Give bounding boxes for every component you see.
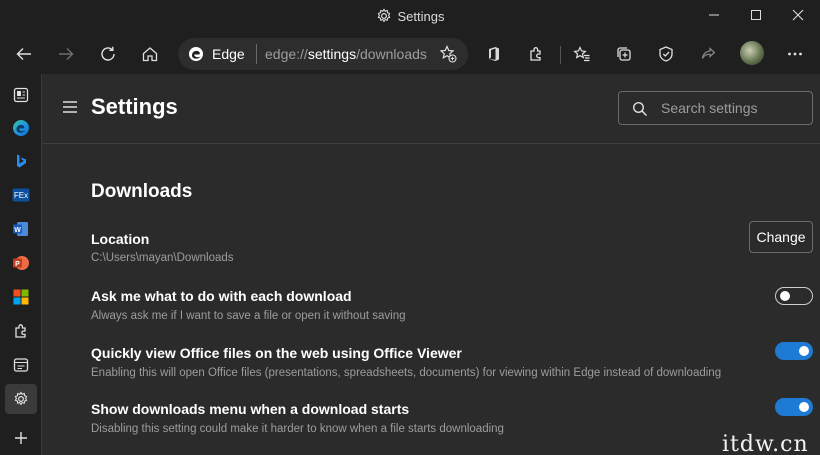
title-bar: Settings (0, 0, 820, 34)
search-icon (632, 101, 648, 117)
url-suffix: /downloads (356, 46, 427, 62)
collections-button[interactable] (608, 38, 640, 70)
add-icon (15, 432, 27, 444)
word-icon: W (13, 222, 28, 236)
settings-icon (14, 391, 28, 406)
browser-essentials-icon (659, 46, 673, 62)
profile-avatar[interactable] (740, 41, 764, 65)
collections-icon (13, 87, 29, 103)
setting-label: Ask me what to do with each download (91, 288, 352, 304)
section-title: Downloads (91, 181, 193, 202)
favorites-button[interactable] (566, 38, 598, 70)
favorites-icon (573, 46, 590, 62)
sidebar-item-edge[interactable] (5, 113, 37, 143)
minimize-button[interactable] (692, 0, 736, 30)
sidebar-item-collections[interactable] (5, 80, 37, 110)
location-label: Location (91, 231, 150, 247)
share-button[interactable] (692, 38, 724, 70)
search-input[interactable] (661, 98, 806, 118)
edge-logo-icon (13, 120, 29, 136)
forward-button[interactable] (50, 38, 82, 70)
more-button[interactable] (779, 38, 811, 70)
setting-description: Always ask me if I want to save a file o… (91, 310, 406, 322)
close-icon (792, 9, 804, 21)
office-button[interactable] (478, 38, 510, 70)
address-brand: Edge (212, 46, 245, 62)
toggle-knob (780, 291, 790, 301)
refresh-button[interactable] (92, 38, 124, 70)
sidebar-item-extensions[interactable] (5, 316, 37, 346)
sidebar-item-add[interactable] (5, 423, 37, 453)
page-title: Settings (91, 94, 178, 119)
sidebar-item-word[interactable]: W (5, 214, 37, 244)
toggle-knob (799, 402, 809, 412)
extensions-icon (15, 324, 26, 338)
location-path: C:\Users\mayan\Downloads (91, 252, 234, 264)
url-prefix: edge:// (265, 46, 308, 62)
ask-download-toggle[interactable] (775, 287, 813, 305)
url-main: settings (307, 46, 357, 62)
share-icon (701, 47, 716, 59)
fex-icon: FEx (12, 188, 30, 202)
office-icon (489, 47, 499, 61)
extensions-button[interactable] (520, 38, 552, 70)
menu-icon[interactable] (62, 100, 78, 114)
search-box[interactable] (618, 91, 813, 125)
close-button[interactable] (776, 0, 820, 30)
maximize-icon (751, 10, 761, 20)
sidebar: FEx W P (0, 74, 42, 455)
edge-logo-icon (189, 47, 203, 61)
setting-description: Enabling this will open Office files (pr… (91, 367, 722, 379)
browser-essentials-button[interactable] (650, 38, 682, 70)
sidebar-item-powerpoint[interactable]: P (5, 248, 37, 278)
address-bar[interactable]: Edge edge://settings/downloads (178, 38, 468, 70)
microsoft-logo-icon (13, 289, 29, 305)
browser-toolbar: Edge edge://settings/downloads (0, 34, 820, 74)
setting-label: Show downloads menu when a download star… (91, 401, 410, 417)
more-dots-icon (788, 52, 802, 56)
toolbar-divider (560, 46, 561, 64)
extensions-icon (530, 47, 541, 61)
toggle-knob (799, 346, 809, 356)
sidebar-item-fex[interactable]: FEx (5, 180, 37, 210)
home-button[interactable] (134, 38, 166, 70)
office-viewer-toggle[interactable] (775, 342, 813, 360)
maximize-button[interactable] (734, 0, 778, 30)
sidebar-item-bing[interactable] (5, 146, 37, 176)
browser-window-icon (13, 358, 29, 372)
svg-text:P: P (15, 261, 20, 268)
gear-icon (377, 8, 390, 23)
downloads-menu-toggle[interactable] (775, 398, 813, 416)
add-favorite-icon[interactable] (438, 44, 458, 64)
back-button[interactable] (8, 38, 40, 70)
setting-description: Disabling this setting could make it har… (91, 423, 504, 435)
address-separator (256, 44, 257, 64)
back-arrow-icon (16, 48, 31, 60)
svg-text:FEx: FEx (14, 191, 28, 200)
settings-content: Settings Downloads Location C:\Users\may… (43, 74, 820, 455)
powerpoint-icon: P (13, 256, 29, 270)
setting-label: Quickly view Office files on the web usi… (91, 345, 462, 361)
change-location-button[interactable]: Change (749, 221, 813, 253)
collections-icon (617, 47, 631, 61)
svg-text:W: W (14, 227, 21, 234)
address-url[interactable]: edge://settings/downloads (265, 46, 427, 62)
window-title-text: Settings (397, 9, 445, 24)
sidebar-item-microsoft[interactable] (5, 282, 37, 312)
refresh-icon (101, 46, 115, 61)
sidebar-item-essentials[interactable] (5, 350, 37, 380)
bing-icon (17, 154, 26, 168)
settings-header: Settings (43, 74, 820, 144)
forward-arrow-icon (59, 48, 74, 60)
sidebar-item-settings[interactable] (5, 384, 37, 414)
minimize-icon (709, 14, 719, 16)
watermark: itdw.cn (722, 432, 809, 455)
home-icon (142, 47, 158, 62)
